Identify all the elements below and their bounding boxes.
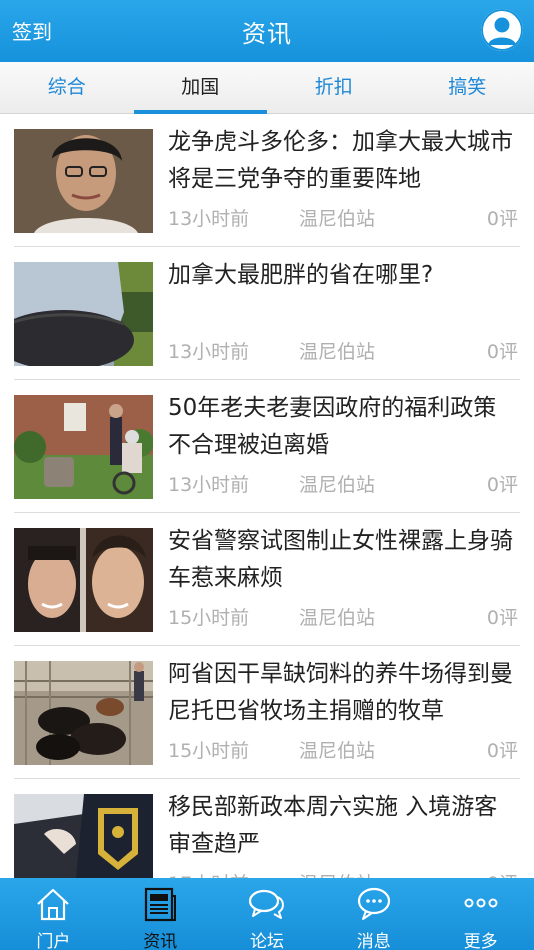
- news-meta: 15小时前 温尼伯站 0评: [168, 603, 518, 631]
- news-title: 50年老夫老妻因政府的福利政策不合理被迫离婚: [168, 395, 497, 458]
- news-item[interactable]: 阿省因干旱缺饲料的养牛场得到曼尼托巴省牧场主捐赠的牧草 15小时前 温尼伯站 0…: [0, 646, 534, 779]
- forum-icon: [214, 884, 321, 924]
- news-item[interactable]: 安省警察试图制止女性裸露上身骑车惹来麻烦 15小时前 温尼伯站 0评: [0, 513, 534, 646]
- tab-general[interactable]: 综合: [0, 62, 134, 114]
- news-time: 15小时前: [168, 740, 250, 762]
- news-meta: 13小时前 温尼伯站 0评: [168, 337, 518, 365]
- news-comment-count: 0评: [486, 474, 518, 496]
- tabbar-label: 更多: [463, 932, 498, 950]
- news-item[interactable]: 龙争虎斗多伦多：加拿大最大城市将是三党争夺的重要阵地 13小时前 温尼伯站 0评: [0, 114, 534, 247]
- tab-funny[interactable]: 搞笑: [401, 62, 534, 114]
- news-source: 温尼伯站: [299, 607, 376, 629]
- news-title: 移民部新政本周六实施 入境游客审查趋严: [168, 794, 498, 857]
- news-thumbnail: [14, 661, 153, 765]
- tab-canada[interactable]: 加国: [133, 62, 268, 114]
- news-comment-count: 0评: [486, 607, 518, 629]
- news-title: 安省警察试图制止女性裸露上身骑车惹来麻烦: [168, 528, 513, 591]
- news-time: 13小时前: [168, 474, 250, 496]
- news-time: 17小时前: [168, 869, 249, 878]
- news-thumbnail: [14, 528, 153, 632]
- message-icon: [320, 884, 427, 924]
- news-meta: 13小时前 温尼伯站 0评: [168, 470, 518, 498]
- top-nav-bar: 签到 资讯: [0, 0, 534, 62]
- user-avatar-icon[interactable]: [481, 9, 523, 51]
- news-source: 温尼伯站: [299, 341, 376, 363]
- more-icon: [427, 884, 534, 924]
- news-thumbnail: [14, 395, 153, 499]
- news-source: 温尼伯站: [299, 208, 376, 230]
- tabbar-label: 论坛: [249, 932, 284, 950]
- tabbar-label: 消息: [356, 932, 391, 950]
- home-icon: [0, 884, 107, 924]
- news-icon: [107, 884, 214, 924]
- news-time: 13小时前: [168, 208, 250, 230]
- news-thumbnail: [14, 794, 153, 878]
- news-list: 龙争虎斗多伦多：加拿大最大城市将是三党争夺的重要阵地 13小时前 温尼伯站 0评…: [0, 114, 534, 878]
- news-comment-count: 0评: [486, 341, 518, 363]
- news-source: 温尼伯站: [299, 869, 375, 878]
- bottom-tab-bar: 门户 资讯 论坛 消息 更多: [0, 878, 534, 950]
- news-item[interactable]: 加拿大最肥胖的省在哪里? 13小时前 温尼伯站 0评: [0, 247, 534, 380]
- news-meta: 17小时前 温尼伯站 0评: [168, 869, 518, 878]
- news-comment-count: 0评: [487, 869, 518, 878]
- news-thumbnail: [14, 129, 153, 233]
- news-thumbnail: [14, 262, 153, 366]
- news-comment-count: 0评: [486, 208, 518, 230]
- tabbar-item-more[interactable]: 更多: [427, 878, 534, 950]
- news-source: 温尼伯站: [299, 474, 376, 496]
- page-title: 资讯: [242, 20, 292, 48]
- tabbar-item-forum[interactable]: 论坛: [214, 878, 321, 950]
- tabbar-item-news[interactable]: 资讯: [107, 878, 214, 950]
- tabbar-item-portal[interactable]: 门户: [0, 878, 107, 950]
- news-title: 阿省因干旱缺饲料的养牛场得到曼尼托巴省牧场主捐赠的牧草: [168, 661, 513, 724]
- news-item[interactable]: 50年老夫老妻因政府的福利政策不合理被迫离婚 13小时前 温尼伯站 0评: [0, 380, 534, 513]
- tabbar-label: 资讯: [143, 932, 178, 950]
- news-comment-count: 0评: [486, 740, 518, 762]
- tabbar-item-messages[interactable]: 消息: [320, 878, 427, 950]
- news-meta: 15小时前 温尼伯站 0评: [168, 736, 518, 764]
- news-time: 13小时前: [168, 341, 250, 363]
- news-title: 龙争虎斗多伦多：加拿大最大城市将是三党争夺的重要阵地: [168, 129, 513, 192]
- tab-discount[interactable]: 折扣: [267, 62, 401, 114]
- news-source: 温尼伯站: [299, 740, 376, 762]
- news-item[interactable]: 移民部新政本周六实施 入境游客审查趋严 17小时前 温尼伯站 0评: [0, 779, 534, 878]
- news-time: 15小时前: [168, 607, 250, 629]
- news-title: 加拿大最肥胖的省在哪里?: [168, 262, 434, 288]
- category-tabs: 综合 加国 折扣 搞笑: [0, 62, 534, 114]
- news-meta: 13小时前 温尼伯站 0评: [168, 204, 518, 232]
- tabbar-label: 门户: [36, 932, 71, 950]
